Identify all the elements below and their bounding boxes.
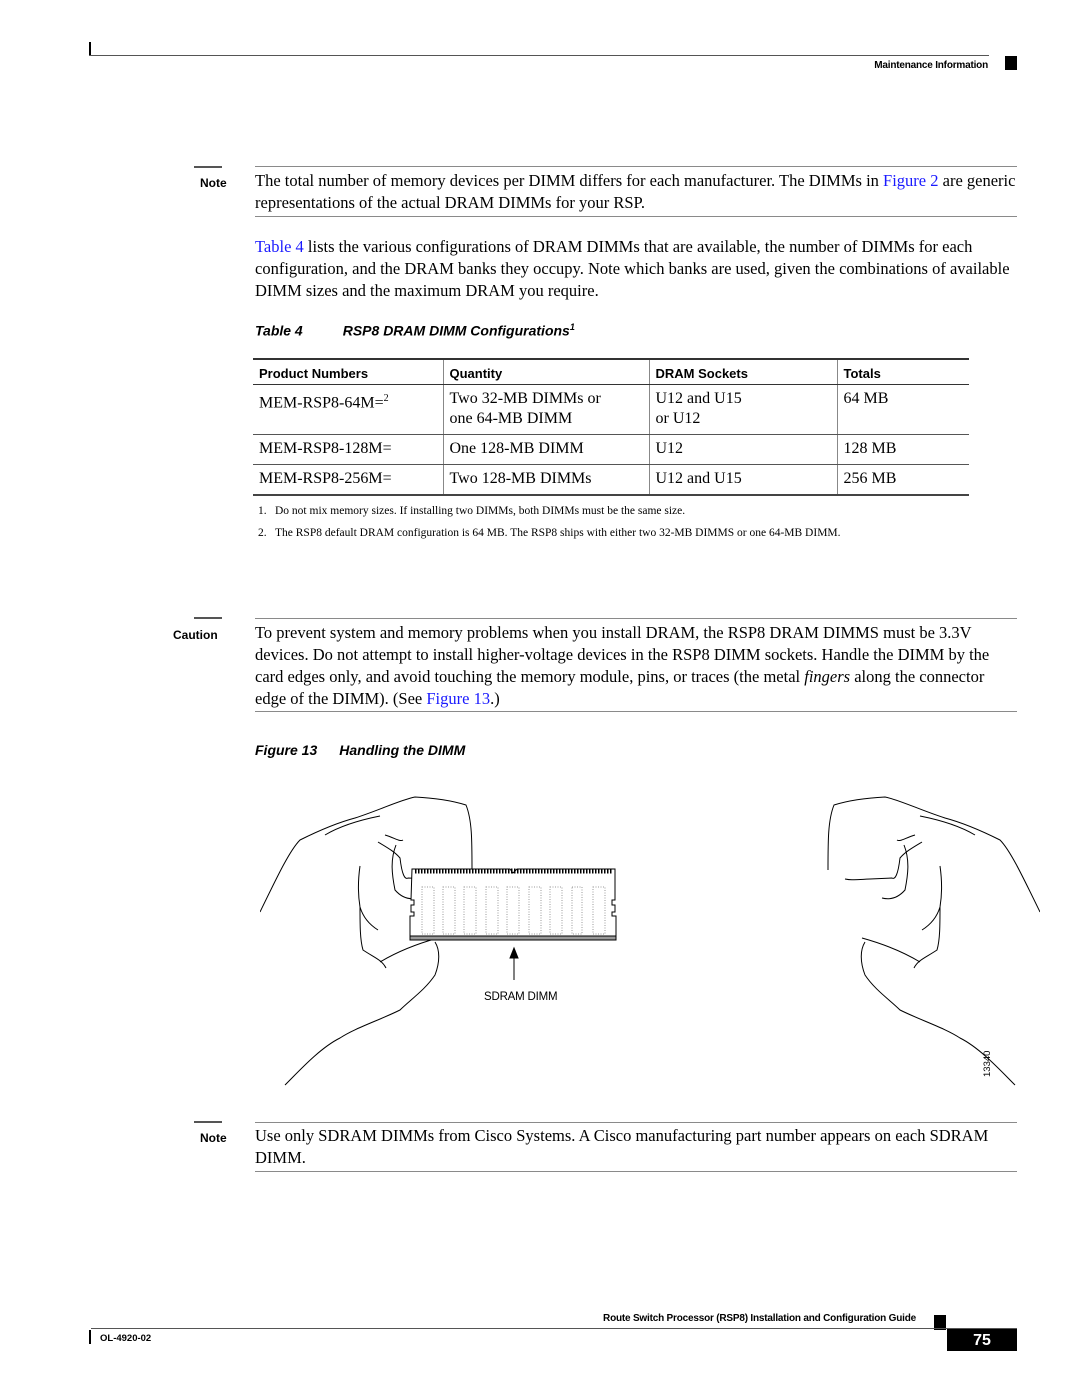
note2-short-rule bbox=[194, 1121, 222, 1123]
column-header: Quantity bbox=[442, 358, 649, 385]
figure-2-link[interactable]: Figure 2 bbox=[883, 171, 938, 190]
left-hand-drawing bbox=[260, 796, 473, 1086]
note1-text: The total number of memory devices per D… bbox=[255, 171, 1016, 212]
note1-label: Note bbox=[200, 176, 227, 190]
caution-bottom-rule bbox=[255, 711, 1017, 712]
caution-short-rule bbox=[194, 617, 222, 619]
column-header: Product Numbers bbox=[253, 358, 443, 385]
caution-text: To prevent system and memory problems wh… bbox=[255, 623, 990, 708]
product-cell: MEM-RSP8-128M= bbox=[253, 434, 443, 465]
figure-title: Figure 13 Handling the DIMM bbox=[255, 742, 466, 758]
total-cell: 256 MB bbox=[836, 464, 969, 496]
intro-paragraph: Table 4 lists the various configurations… bbox=[255, 237, 1010, 300]
table-row: MEM-RSP8-128M= One 128-MB DIMM U12 128 M… bbox=[253, 434, 969, 465]
product-cell: MEM-RSP8-256M= bbox=[253, 464, 443, 496]
footnote-1: 1. Do not mix memory sizes. If installing… bbox=[258, 505, 686, 517]
total-cell: 64 MB bbox=[836, 384, 969, 435]
column-header: DRAM Sockets bbox=[648, 358, 837, 385]
total-cell: 128 MB bbox=[836, 434, 969, 465]
table-4-link[interactable]: Table 4 bbox=[255, 237, 304, 256]
quantity-cell: One 128-MB DIMM bbox=[442, 434, 649, 465]
sockets-cell: U12 and U15 or U12 bbox=[648, 384, 837, 435]
quantity-cell: Two 128-MB DIMMs bbox=[442, 464, 649, 496]
footer-left-tick bbox=[89, 1330, 91, 1344]
callout-arrow bbox=[509, 946, 519, 980]
running-header: Maintenance Information bbox=[874, 60, 988, 71]
note1-top-rule bbox=[255, 166, 1017, 167]
table-title: Table 4 RSP8 DRAM DIMM Configurations1 bbox=[255, 322, 575, 339]
note1-bottom-rule bbox=[255, 216, 1017, 217]
sdram-dimm-module bbox=[409, 868, 617, 941]
dimm-config-table: Product Numbers Quantity DRAM Sockets To… bbox=[253, 358, 969, 496]
sockets-cell: U12 bbox=[648, 434, 837, 465]
table-row: MEM-RSP8-256M= Two 128-MB DIMMs U12 and … bbox=[253, 464, 969, 496]
table-header-row: Product Numbers Quantity DRAM Sockets To… bbox=[253, 358, 969, 385]
note1-short-rule bbox=[194, 166, 222, 168]
footnote-2: 2. The RSP8 default DRAM configuration is… bbox=[258, 527, 841, 539]
header-left-tick bbox=[89, 42, 91, 56]
note2-bottom-rule bbox=[255, 1171, 1017, 1172]
note2-top-rule bbox=[255, 1122, 1017, 1123]
sockets-cell: U12 and U15 bbox=[648, 464, 837, 496]
table-row: MEM-RSP8-64M=2 Two 32-MB DIMMs or one 64… bbox=[253, 384, 969, 435]
quantity-cell: Two 32-MB DIMMs or one 64-MB DIMM bbox=[442, 384, 649, 435]
footer-rule bbox=[91, 1328, 1017, 1329]
caution-label: Caution bbox=[173, 628, 218, 642]
note2-label: Note bbox=[200, 1131, 227, 1145]
figure-13-link[interactable]: Figure 13 bbox=[426, 689, 490, 708]
page-number: 75 bbox=[947, 1329, 1017, 1351]
right-hand-drawing bbox=[827, 796, 1040, 1086]
caution-top-rule bbox=[255, 618, 1017, 619]
column-header: Totals bbox=[836, 358, 969, 385]
art-id: 13340 bbox=[982, 1050, 993, 1077]
note2-text: Use only SDRAM DIMMs from Cisco Systems.… bbox=[255, 1126, 989, 1167]
header-rule bbox=[89, 55, 989, 56]
header-block-marker bbox=[1005, 56, 1017, 70]
dimm-handling-illustration bbox=[260, 796, 1040, 1086]
guide-title: Route Switch Processor (RSP8) Installati… bbox=[603, 1313, 916, 1324]
doc-number: OL-4920-02 bbox=[100, 1333, 152, 1344]
sdram-dimm-callout: SDRAM DIMM bbox=[484, 991, 558, 1003]
product-cell: MEM-RSP8-64M=2 bbox=[253, 384, 443, 435]
